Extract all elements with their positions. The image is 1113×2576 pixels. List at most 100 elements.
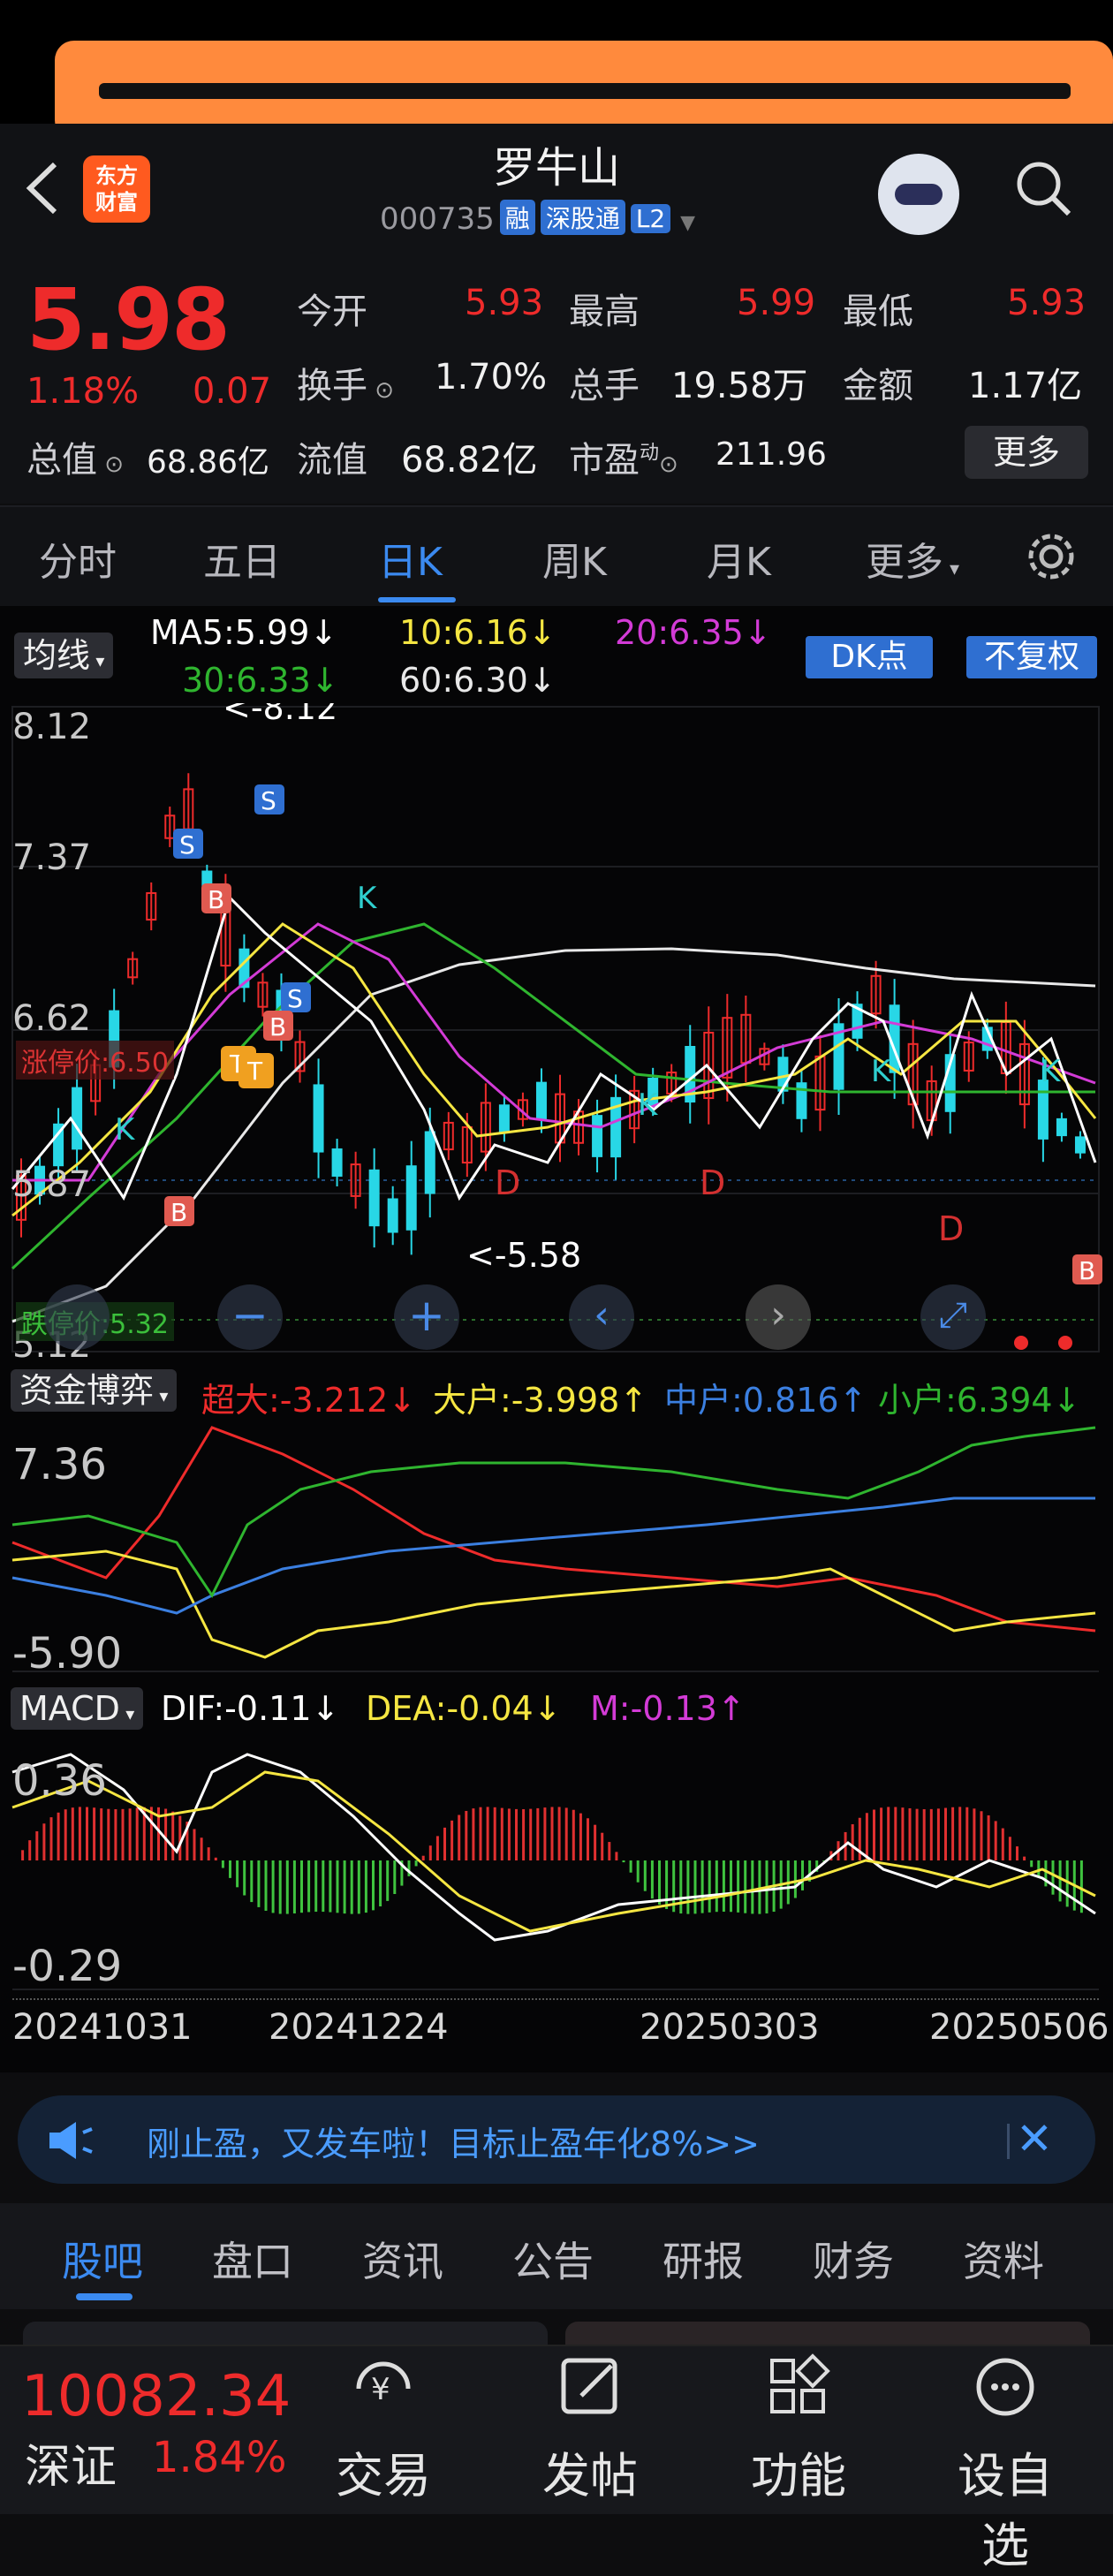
macd-bar xyxy=(915,1808,919,1860)
tab-monthly-k[interactable]: 月K xyxy=(707,530,771,587)
nav-function[interactable]: 功能 xyxy=(728,2436,869,2506)
mktcap-label: 总值 ⊙ xyxy=(26,440,125,481)
macd-bar xyxy=(171,1811,175,1860)
nav-post[interactable]: 发帖 xyxy=(519,2436,661,2506)
info-icon[interactable]: ⊙ xyxy=(659,451,678,478)
ma60-label: 60:6.30↓ xyxy=(399,661,556,700)
macd-bar xyxy=(314,1860,318,1913)
macd-bar xyxy=(658,1860,661,1905)
no-adjust-button[interactable]: 不复权 xyxy=(966,636,1097,678)
macd-bar xyxy=(386,1860,390,1901)
minus-icon[interactable]: − xyxy=(217,1284,283,1350)
search-icon[interactable] xyxy=(1012,157,1074,219)
candle-body xyxy=(535,1081,547,1120)
macd-bar xyxy=(393,1860,397,1894)
tab-orderbook[interactable]: 盘口 xyxy=(212,2230,293,2288)
tab-more[interactable]: 更多 ▾ xyxy=(866,530,959,587)
scroll-right-icon[interactable]: › xyxy=(746,1284,811,1350)
macd-bar xyxy=(1023,1856,1026,1860)
macd-bar xyxy=(100,1808,103,1860)
macd-bar xyxy=(428,1845,432,1860)
plus-icon[interactable]: + xyxy=(394,1284,459,1350)
tab-news[interactable]: 资讯 xyxy=(362,2230,443,2288)
high-label: 最高 xyxy=(569,292,640,332)
low-mark: <-5.58 xyxy=(466,1236,581,1275)
fullscreen-icon[interactable]: ⤢ xyxy=(920,1284,986,1350)
tab-weekly-k[interactable]: 周K xyxy=(542,530,607,587)
macd-bar xyxy=(207,1847,210,1860)
amount-label: 金额 xyxy=(843,366,913,406)
kline-chart[interactable]: <-8.12 <-5.58 S S S B B B B T T D D D K … xyxy=(0,703,1113,1357)
dropdown-caret-icon[interactable]: ▼ xyxy=(680,212,695,234)
macd-bar xyxy=(486,1807,489,1860)
assistant-robot-icon[interactable] xyxy=(878,154,959,235)
back-arrow-icon[interactable] xyxy=(18,157,67,219)
macd-m: M:-0.13↑ xyxy=(590,1689,746,1728)
close-icon[interactable]: ✕ xyxy=(1016,2113,1053,2164)
candle-body xyxy=(313,1084,324,1153)
nav-trade[interactable]: 交易 xyxy=(313,2436,454,2506)
dk-point-button[interactable]: DK点 xyxy=(806,636,933,678)
tab-announcements[interactable]: 公告 xyxy=(512,2230,594,2288)
macd-y-top: 0.36 xyxy=(12,1756,107,1806)
flow-selector[interactable]: 资金博弈 ▾ xyxy=(11,1369,178,1412)
macd-bar xyxy=(178,1815,182,1860)
scroll-left-icon[interactable]: ‹ xyxy=(569,1284,634,1350)
stock-code-line: 000735 融深股通 L2 ▼ xyxy=(380,200,695,237)
tab-intraday[interactable]: 分时 xyxy=(39,530,117,587)
macd-bar xyxy=(379,1860,382,1907)
macd-bar xyxy=(350,1860,353,1914)
tab-research[interactable]: 研报 xyxy=(662,2230,744,2288)
macd-chart[interactable] xyxy=(0,1737,1113,1998)
macd-bar xyxy=(307,1860,311,1913)
flow-super: 超大:-3.212↓ xyxy=(201,1381,417,1420)
volume-label: 总手 xyxy=(569,366,640,406)
ma30-label: 30:6.33↓ xyxy=(182,661,339,700)
macd-bar xyxy=(479,1807,482,1860)
macd-bar xyxy=(243,1860,246,1896)
capital-flow-chart[interactable] xyxy=(0,1419,1113,1675)
post-edit-icon[interactable] xyxy=(553,2350,627,2424)
macd-bar xyxy=(751,1860,754,1914)
macd-bar xyxy=(858,1817,861,1860)
candle-body xyxy=(1074,1136,1086,1154)
macd-bar xyxy=(987,1815,990,1860)
nav-watchlist[interactable]: 设自选 xyxy=(935,2436,1076,2576)
settings-gear-icon[interactable] xyxy=(1025,530,1078,583)
macd-bar xyxy=(622,1860,625,1863)
index-change[interactable]: 1.84% xyxy=(152,2433,286,2482)
candle-body xyxy=(387,1198,398,1233)
macd-bar xyxy=(458,1815,461,1860)
macd-bar xyxy=(421,1855,425,1860)
more-dots-icon[interactable] xyxy=(968,2350,1042,2424)
macd-bar xyxy=(1001,1828,1004,1860)
index-value[interactable]: 10082.34 xyxy=(21,2364,291,2429)
tab-profile[interactable]: 资料 xyxy=(963,2230,1044,2288)
macd-selector[interactable]: MACD ▾ xyxy=(11,1687,144,1730)
macd-bar xyxy=(93,1807,96,1860)
promo-text[interactable]: 刚止盈，又发车啦！目标止盈年化8%>> xyxy=(147,2117,760,2165)
svg-text:K: K xyxy=(357,881,378,916)
candle-body xyxy=(592,1115,603,1157)
info-icon[interactable]: ⊙ xyxy=(97,451,124,478)
tab-5day[interactable]: 五日 xyxy=(203,530,281,587)
macd-bar xyxy=(114,1808,117,1860)
tab-daily-k[interactable]: 日K xyxy=(378,530,443,587)
tab-forum[interactable]: 股吧 xyxy=(62,2230,143,2288)
macd-bar xyxy=(650,1860,654,1899)
ma20-label: 20:6.35↓ xyxy=(615,613,772,652)
macd-bar xyxy=(292,1860,296,1913)
candle-body xyxy=(498,1104,510,1133)
grid-function-icon[interactable] xyxy=(761,2350,836,2424)
index-name[interactable]: 深证 xyxy=(25,2429,117,2496)
zoom-out-button[interactable] xyxy=(44,1284,110,1350)
svg-text:B: B xyxy=(269,1012,286,1042)
svg-text:T: T xyxy=(246,1057,263,1086)
indicator-selector[interactable]: 均线 ▾ xyxy=(14,633,114,678)
more-button[interactable]: 更多 xyxy=(965,426,1088,479)
open-label: 今开 xyxy=(297,292,367,332)
info-icon[interactable]: ⊙ xyxy=(367,377,394,404)
tab-finance[interactable]: 财务 xyxy=(813,2230,894,2288)
trade-icon[interactable]: ¥ xyxy=(346,2350,420,2424)
speaker-icon xyxy=(46,2120,95,2161)
